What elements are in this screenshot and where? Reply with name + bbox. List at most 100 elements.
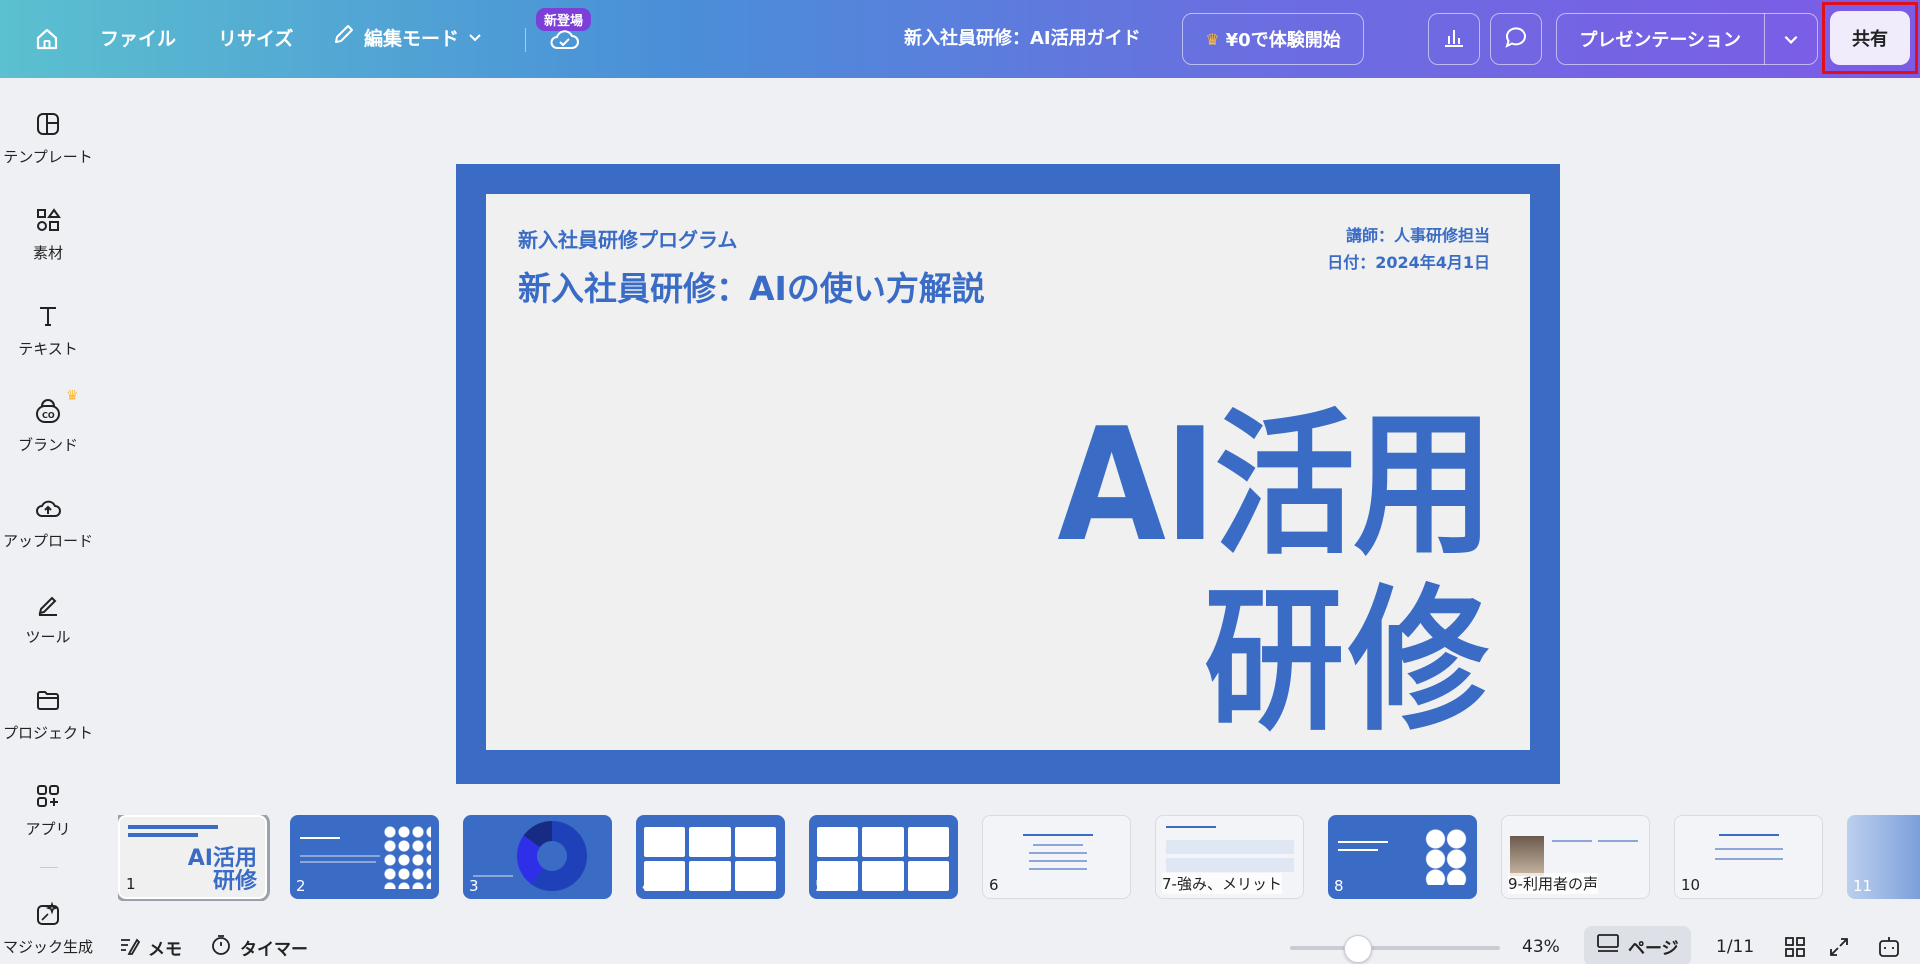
sidebar-item-text[interactable]: テキスト xyxy=(0,300,96,359)
cloud-saved-icon[interactable] xyxy=(548,24,580,54)
sidebar-item-projects[interactable]: プロジェクト xyxy=(0,684,96,743)
thumbnail-decoration xyxy=(1023,834,1093,836)
edit-mode-label: 編集モード xyxy=(364,28,460,50)
thumbnail-decoration xyxy=(817,827,949,891)
elements-icon xyxy=(32,204,64,236)
tools-icon xyxy=(32,588,64,620)
page-view-icon xyxy=(1596,933,1620,960)
assistant-icon[interactable] xyxy=(1876,934,1902,960)
page-thumbnail[interactable]: 2 xyxy=(290,815,439,899)
thumbnail-decoration xyxy=(1715,858,1783,860)
thumbnail-decoration xyxy=(473,875,513,877)
comment-button[interactable] xyxy=(1490,13,1542,65)
free-trial-button[interactable]: ♛ ¥0で体験開始 xyxy=(1182,13,1364,65)
page-thumbnail[interactable]: 8 xyxy=(1328,815,1477,899)
free-trial-label: ¥0で体験開始 xyxy=(1225,30,1341,51)
thumbnail-number: 3 xyxy=(469,877,479,895)
thumbnail-decoration xyxy=(1715,848,1783,850)
thumbnail-decoration xyxy=(644,827,776,891)
page-thumbnail[interactable]: 3 xyxy=(463,815,612,899)
thumbnail-number: 4 xyxy=(642,877,652,895)
slide-big-text-line1[interactable]: AI活用 xyxy=(1057,400,1493,570)
zoom-level[interactable]: 43% xyxy=(1522,930,1560,964)
thumbnail-decoration xyxy=(128,825,218,829)
crown-icon: ♛ xyxy=(1205,29,1220,49)
template-icon xyxy=(32,108,64,140)
grid-view-icon[interactable] xyxy=(1782,934,1808,960)
brand-icon: CO xyxy=(32,396,64,428)
sidebar-item-label: テキスト xyxy=(18,340,78,358)
thumbnail-number: 2 xyxy=(296,877,306,895)
slide-meta[interactable]: 講師：人事研修担当 日付：2024年4月1日 xyxy=(1327,222,1490,276)
thumbnail-decoration xyxy=(300,837,340,839)
thumbnail-decoration xyxy=(1166,858,1294,872)
thumbnail-donut-chart xyxy=(517,821,587,891)
thumbnail-number: 1 xyxy=(126,875,136,893)
page-view-label: ページ xyxy=(1628,938,1679,959)
sidebar-item-template[interactable]: テンプレート xyxy=(0,108,96,167)
sidebar-item-tools[interactable]: ツール xyxy=(0,588,96,647)
sidebar-item-brand[interactable]: ♛ CO ブランド xyxy=(0,388,96,455)
slide-big-text-line2[interactable]: 研修 xyxy=(1204,576,1492,746)
timer-icon xyxy=(210,934,232,961)
slide-content: 新入社員研修プログラム 新入社員研修：AIの使い方解説 講師：人事研修担当 日付… xyxy=(486,194,1530,750)
thumbnail-caption: 9-利用者の声 xyxy=(1508,873,1598,894)
sidebar-item-elements[interactable]: 素材 xyxy=(0,204,96,263)
top-toolbar: ファイル リサイズ 編集モード 新登場 新入社員研修：AI活用ガイド ♛ ¥0で… xyxy=(0,0,1920,78)
timer-button[interactable]: タイマー xyxy=(210,930,308,964)
thumbnail-decoration xyxy=(128,833,198,837)
bottom-toolbar: メモ タイマー 43% ページ 1/11 xyxy=(0,926,1920,964)
bar-chart-icon xyxy=(1441,24,1467,54)
text-icon xyxy=(32,300,64,332)
thumbnail-decoration xyxy=(1166,840,1294,854)
thumbnail-decoration xyxy=(1598,840,1638,842)
file-menu[interactable]: ファイル xyxy=(100,22,176,56)
page-thumbnail[interactable]: 7-強み、メリット xyxy=(1155,815,1304,899)
resize-menu[interactable]: リサイズ xyxy=(218,22,293,56)
page-thumbnail[interactable]: 10 xyxy=(1674,815,1823,899)
page-thumbnail[interactable]: 11 xyxy=(1847,815,1920,899)
thumbnail-number: 10 xyxy=(1681,876,1701,894)
edit-mode-dropdown[interactable]: 編集モード xyxy=(332,22,483,56)
thumbnail-number: 11 xyxy=(1853,877,1873,895)
sidebar-item-apps[interactable]: アプリ xyxy=(0,780,96,839)
fullscreen-icon[interactable] xyxy=(1826,934,1852,960)
thumbnail-decoration xyxy=(1552,840,1592,842)
notes-icon xyxy=(118,934,141,961)
thumbnail-mini-title: AI活用 研修 xyxy=(187,846,257,894)
document-title[interactable]: 新入社員研修：AI活用ガイド xyxy=(904,22,1141,56)
home-icon[interactable] xyxy=(32,24,62,54)
share-button[interactable]: 共有 xyxy=(1830,11,1910,65)
sidebar-item-label: アップロード xyxy=(2,532,93,550)
upload-icon xyxy=(32,492,64,524)
page-view-button[interactable]: ページ xyxy=(1584,926,1691,964)
page-thumbnail[interactable]: 4 xyxy=(636,815,785,899)
page-thumbnail[interactable]: 9-利用者の声 xyxy=(1501,815,1650,899)
chevron-down-icon[interactable] xyxy=(1765,30,1817,48)
notes-button[interactable]: メモ xyxy=(118,930,182,964)
page-thumbnail[interactable]: 6 xyxy=(982,815,1131,899)
thumbnail-decoration xyxy=(1029,852,1087,854)
thumbnail-number: 5 xyxy=(815,877,825,895)
thumbnail-decoration xyxy=(1029,868,1087,870)
present-button[interactable]: プレゼンテーション xyxy=(1556,13,1818,65)
sidebar-item-label: 素材 xyxy=(32,244,63,262)
share-highlight: 共有 xyxy=(1822,2,1918,74)
slide-instructor: 講師：人事研修担当 xyxy=(1345,226,1490,245)
thumbnail-decoration xyxy=(300,855,380,857)
page-thumbnail[interactable]: AI活用 研修 1 xyxy=(118,815,270,901)
toolbar-divider xyxy=(525,28,526,52)
sidebar-item-label: プロジェクト xyxy=(2,724,93,742)
zoom-slider[interactable] xyxy=(1290,946,1500,950)
sidebar-item-upload[interactable]: アップロード xyxy=(0,492,96,551)
present-label: プレゼンテーション xyxy=(1579,30,1742,51)
slide-canvas[interactable]: 新入社員研修プログラム 新入社員研修：AIの使い方解説 講師：人事研修担当 日付… xyxy=(456,164,1560,784)
folder-icon xyxy=(32,684,64,716)
insights-button[interactable] xyxy=(1428,13,1480,65)
slide-subtitle[interactable]: 新入社員研修プログラム xyxy=(518,224,737,253)
page-thumbnail[interactable]: 5 xyxy=(809,815,958,899)
thumbnail-caption: 7-強み、メリット xyxy=(1162,873,1282,894)
sidebar-item-label: ツール xyxy=(25,628,71,646)
slide-title[interactable]: 新入社員研修：AIの使い方解説 xyxy=(518,262,985,310)
zoom-slider-handle[interactable] xyxy=(1343,935,1372,963)
